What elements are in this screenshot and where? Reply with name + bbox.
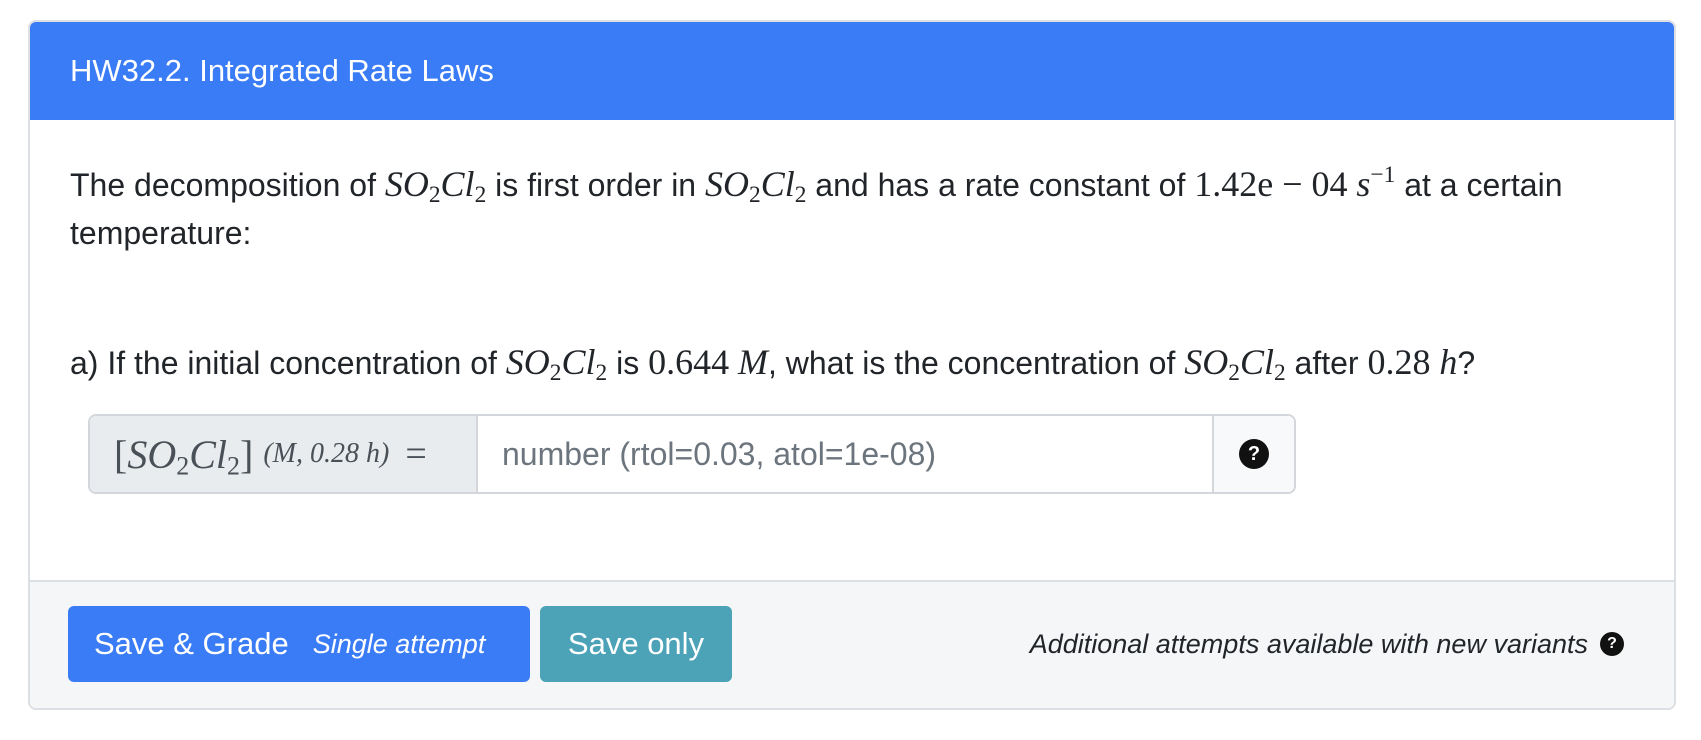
time-value: 0.28 (1367, 342, 1431, 382)
intro-text-part: is first order in (486, 167, 705, 203)
answer-input-group: [SO2Cl2] (M, 0.28 h) = ? (88, 414, 1296, 494)
answer-label-units: (M, 0.28 h) (263, 438, 390, 469)
single-attempt-label: Single attempt (312, 628, 486, 659)
answer-label: [SO2Cl2] (M, 0.28 h) = (90, 416, 478, 492)
question-circle-icon[interactable]: ? (1600, 632, 1624, 656)
question-circle-icon: ? (1239, 439, 1269, 469)
compound-formula: SO2Cl2 (1184, 342, 1286, 386)
intro-text-part: The decomposition of (70, 167, 385, 203)
answer-label-formula: SO2Cl2 (127, 431, 241, 480)
save-grade-label: Save & Grade (94, 626, 289, 661)
save-grade-button[interactable]: Save & Grade Single attempt (68, 606, 530, 682)
compound-formula: SO2Cl2 (384, 164, 487, 208)
attempts-note-text: Additional attempts available with new v… (1029, 628, 1588, 659)
concentration-unit: M (738, 342, 768, 382)
question-body: The decomposition of SO2Cl2 is first ord… (30, 120, 1674, 584)
question-prompt: a) If the initial concentration of SO2Cl… (70, 342, 1476, 386)
answer-input[interactable] (478, 416, 1214, 492)
answer-help-button[interactable]: ? (1214, 416, 1294, 492)
rate-constant-unit: s−1 (1356, 161, 1396, 204)
initial-concentration: 0.644 (648, 342, 730, 382)
question-card: HW32.2. Integrated Rate Laws The decompo… (28, 20, 1676, 710)
rate-constant-value: 1.42e − 04 (1194, 164, 1348, 204)
compound-formula: SO2Cl2 (704, 164, 807, 208)
intro-text: The decomposition of SO2Cl2 is first ord… (70, 160, 1624, 257)
save-only-button[interactable]: Save only (540, 606, 732, 682)
compound-formula: SO2Cl2 (505, 342, 608, 386)
question-header: HW32.2. Integrated Rate Laws (30, 22, 1674, 120)
time-unit: h (1439, 342, 1458, 382)
attempts-note: Additional attempts available with new v… (1030, 606, 1624, 682)
save-only-label: Save only (567, 626, 705, 661)
question-footer: Save & Grade Single attempt Save only Ad… (30, 580, 1674, 708)
intro-text-part: and has a rate constant of (806, 167, 1195, 203)
answer-label-equals: = (405, 433, 427, 475)
question-title: HW32.2. Integrated Rate Laws (70, 53, 494, 88)
